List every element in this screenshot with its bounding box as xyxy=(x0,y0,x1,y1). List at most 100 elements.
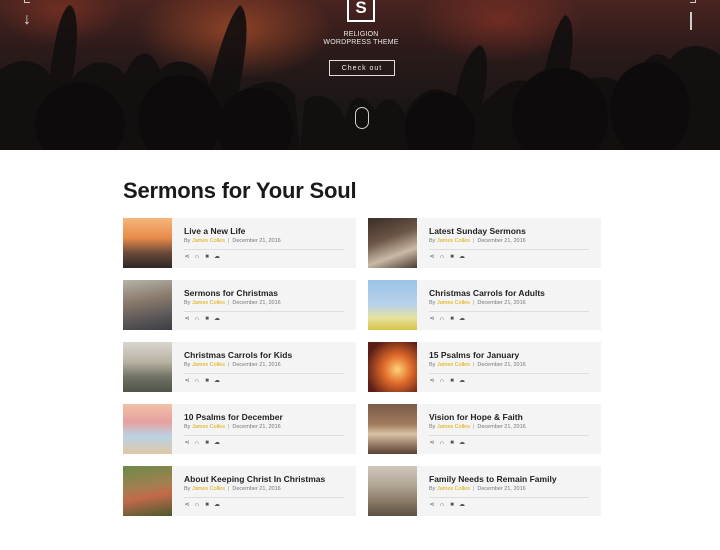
headphones-icon[interactable]: ∩ xyxy=(194,378,200,384)
download-icon[interactable]: ☁ xyxy=(214,378,220,384)
sermon-title[interactable]: 10 Psalms for December xyxy=(184,412,356,422)
sermon-thumbnail[interactable] xyxy=(368,342,417,392)
sermon-info: 15 Psalms for January By James Colles | Dec… xyxy=(417,342,601,392)
author-link[interactable]: James Colles xyxy=(192,362,225,368)
share-icon[interactable]: ⋖ xyxy=(184,502,190,508)
video-icon[interactable]: ■ xyxy=(449,440,455,446)
sermon-title[interactable]: Live a New Life xyxy=(184,226,356,236)
author-link[interactable]: James Colles xyxy=(192,424,225,430)
headphones-icon[interactable]: ∩ xyxy=(194,440,200,446)
sermon-card[interactable]: Christmas Carrols for Adults By James Col… xyxy=(368,280,601,330)
author-link[interactable]: James Colles xyxy=(437,424,470,430)
author-link[interactable]: James Colles xyxy=(437,238,470,244)
share-icon[interactable]: ⋖ xyxy=(429,254,435,260)
share-icon[interactable]: ⋖ xyxy=(429,502,435,508)
sermon-actions: ⋖ ∩ ■ ☁ xyxy=(184,254,356,260)
download-icon[interactable]: ☁ xyxy=(214,502,220,508)
slider-handle-icon[interactable] xyxy=(690,12,692,30)
sermon-card[interactable]: 15 Psalms for January By James Colles | Dec… xyxy=(368,342,601,392)
sermon-title[interactable]: Latest Sunday Sermons xyxy=(429,226,601,236)
sermon-thumbnail[interactable] xyxy=(368,466,417,516)
headphones-icon[interactable]: ∩ xyxy=(194,254,200,260)
scroll-indicator-icon[interactable] xyxy=(355,107,369,129)
headphones-icon[interactable]: ∩ xyxy=(194,502,200,508)
sermon-thumbnail[interactable] xyxy=(368,404,417,454)
video-icon[interactable]: ■ xyxy=(204,254,210,260)
headphones-icon[interactable]: ∩ xyxy=(194,316,200,322)
video-icon[interactable]: ■ xyxy=(204,502,210,508)
share-icon[interactable]: ⋖ xyxy=(429,378,435,384)
sermon-thumbnail[interactable] xyxy=(123,342,172,392)
sermon-thumbnail[interactable] xyxy=(123,404,172,454)
sermon-thumbnail[interactable] xyxy=(123,218,172,268)
share-icon[interactable]: ⋖ xyxy=(429,316,435,322)
share-icon[interactable]: ⋖ xyxy=(184,440,190,446)
sermon-title[interactable]: Sermons for Christmas xyxy=(184,288,356,298)
sermon-card[interactable]: 10 Psalms for December By James Colles | De… xyxy=(123,404,356,454)
corner-mark xyxy=(690,0,696,3)
sermon-thumbnail[interactable] xyxy=(368,280,417,330)
sermon-meta: By James Colles | December 21, 2016 xyxy=(429,362,601,368)
sermon-card[interactable]: Live a New Life By James Colles | December … xyxy=(123,218,356,268)
check-out-button[interactable]: Check out xyxy=(329,60,395,76)
sermon-title[interactable]: Vision for Hope & Faith xyxy=(429,412,601,422)
download-icon[interactable]: ☁ xyxy=(214,440,220,446)
headphones-icon[interactable]: ∩ xyxy=(439,254,445,260)
author-link[interactable]: James Colles xyxy=(437,300,470,306)
sermon-card[interactable]: Family Needs to Remain Family By James Co… xyxy=(368,466,601,516)
sermon-actions: ⋖ ∩ ■ ☁ xyxy=(429,254,601,260)
sermon-date: December 21, 2016 xyxy=(232,362,281,368)
divider xyxy=(429,373,589,374)
sermon-title[interactable]: Christmas Carrols for Kids xyxy=(184,350,356,360)
download-icon[interactable]: ☁ xyxy=(214,254,220,260)
section-title: Sermons for Your Soul xyxy=(123,178,357,203)
sermon-card[interactable]: About Keeping Christ In Christmas By Jame… xyxy=(123,466,356,516)
sermon-date: December 21, 2016 xyxy=(477,486,526,492)
share-icon[interactable]: ⋖ xyxy=(429,440,435,446)
video-icon[interactable]: ■ xyxy=(204,440,210,446)
meta-separator: | xyxy=(227,424,230,430)
sermon-thumbnail[interactable] xyxy=(368,218,417,268)
sermon-meta: By James Colles | December 21, 2016 xyxy=(184,486,356,492)
download-icon[interactable]: ☁ xyxy=(459,254,465,260)
divider xyxy=(429,435,589,436)
sermon-card[interactable]: Latest Sunday Sermons By James Colles | Dec… xyxy=(368,218,601,268)
video-icon[interactable]: ■ xyxy=(449,254,455,260)
download-icon[interactable]: ☁ xyxy=(459,440,465,446)
author-link[interactable]: James Colles xyxy=(192,486,225,492)
sermon-thumbnail[interactable] xyxy=(123,466,172,516)
video-icon[interactable]: ■ xyxy=(449,378,455,384)
sermon-meta: By James Colles | December 21, 2016 xyxy=(429,300,601,306)
sermon-card[interactable]: Sermons for Christmas By James Colles | Dec… xyxy=(123,280,356,330)
author-link[interactable]: James Colles xyxy=(437,486,470,492)
video-icon[interactable]: ■ xyxy=(204,378,210,384)
headphones-icon[interactable]: ∩ xyxy=(439,440,445,446)
headphones-icon[interactable]: ∩ xyxy=(439,316,445,322)
download-icon[interactable]: ☁ xyxy=(459,378,465,384)
sermon-title[interactable]: 15 Psalms for January xyxy=(429,350,601,360)
sermon-date: December 21, 2016 xyxy=(232,238,281,244)
video-icon[interactable]: ■ xyxy=(449,502,455,508)
headphones-icon[interactable]: ∩ xyxy=(439,378,445,384)
author-link[interactable]: James Colles xyxy=(192,300,225,306)
sermon-title[interactable]: Family Needs to Remain Family xyxy=(429,474,601,484)
by-label: By xyxy=(184,362,191,368)
video-icon[interactable]: ■ xyxy=(204,316,210,322)
share-icon[interactable]: ⋖ xyxy=(184,316,190,322)
sermon-info: 10 Psalms for December By James Colles | De… xyxy=(172,404,356,454)
headphones-icon[interactable]: ∩ xyxy=(439,502,445,508)
share-icon[interactable]: ⋖ xyxy=(184,378,190,384)
author-link[interactable]: James Colles xyxy=(192,238,225,244)
sermon-title[interactable]: About Keeping Christ In Christmas xyxy=(184,474,356,484)
download-icon[interactable]: ☁ xyxy=(459,502,465,508)
sermon-title[interactable]: Christmas Carrols for Adults xyxy=(429,288,601,298)
share-icon[interactable]: ⋖ xyxy=(184,254,190,260)
arrow-down-icon[interactable]: ↓ xyxy=(23,12,31,28)
download-icon[interactable]: ☁ xyxy=(214,316,220,322)
sermon-card[interactable]: Christmas Carrols for Kids By James Colle… xyxy=(123,342,356,392)
author-link[interactable]: James Colles xyxy=(437,362,470,368)
video-icon[interactable]: ■ xyxy=(449,316,455,322)
download-icon[interactable]: ☁ xyxy=(459,316,465,322)
sermon-card[interactable]: Vision for Hope & Faith By James Colles | D… xyxy=(368,404,601,454)
sermon-thumbnail[interactable] xyxy=(123,280,172,330)
